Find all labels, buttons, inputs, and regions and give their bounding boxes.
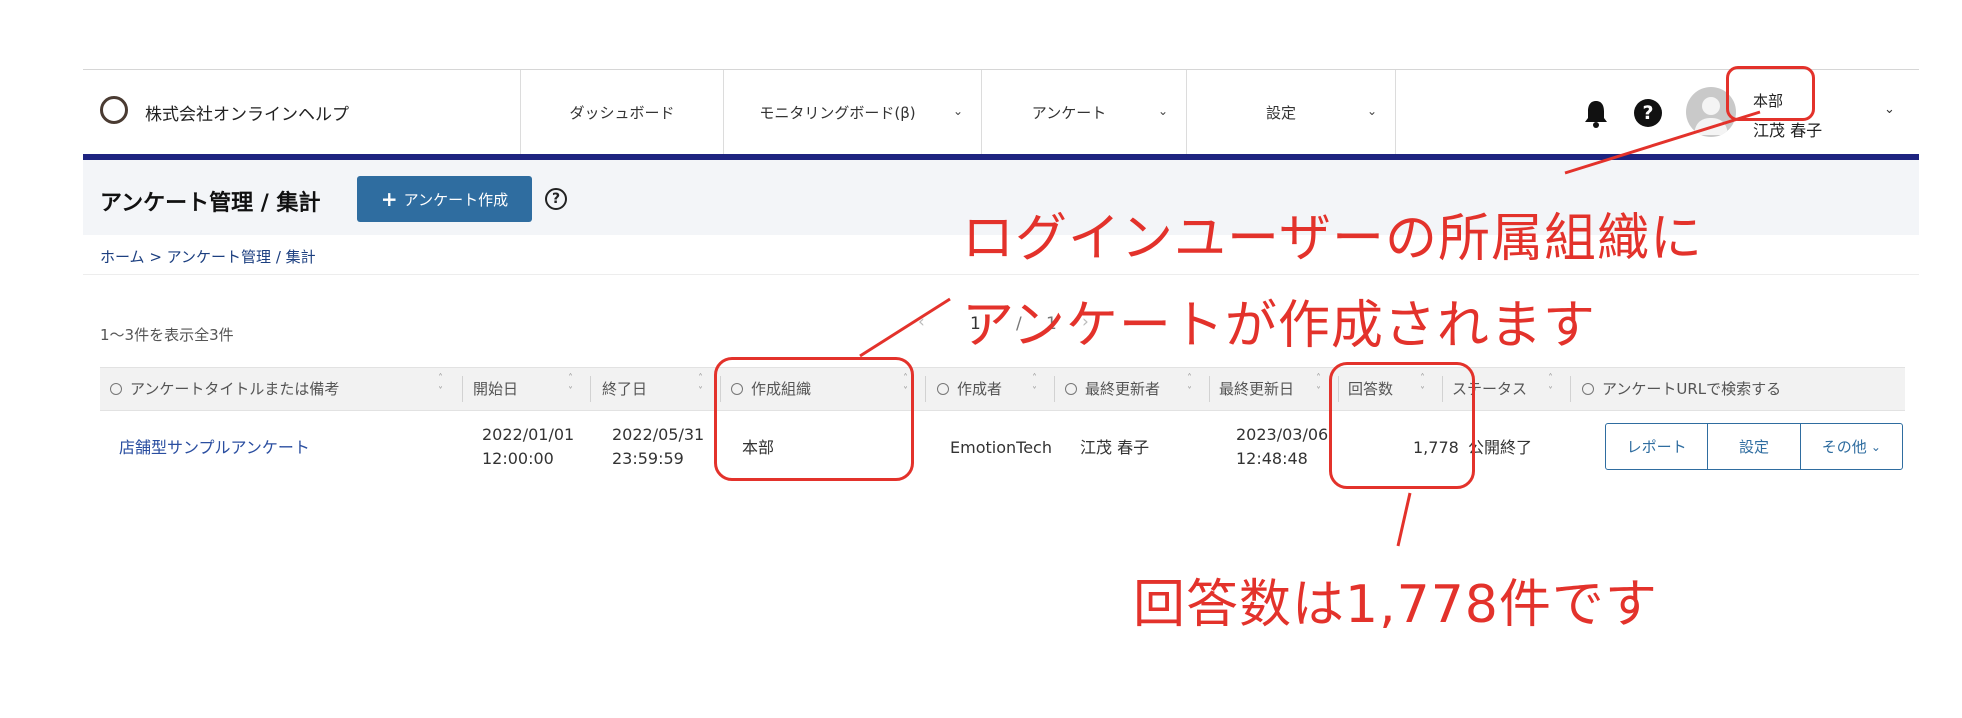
annotation-org-line1: ログインユーザーの所属組織に: [962, 209, 1703, 269]
org-callout-line-2: [859, 297, 951, 358]
annotation-connectors: [859, 110, 1761, 547]
annotation-responses: 回答数は1,778件です: [1133, 575, 1658, 635]
responses-callout-line: [1396, 492, 1412, 547]
org-callout-line-1: [1564, 110, 1761, 175]
annotation-org-line2: アンケートが作成されます: [962, 296, 1596, 356]
